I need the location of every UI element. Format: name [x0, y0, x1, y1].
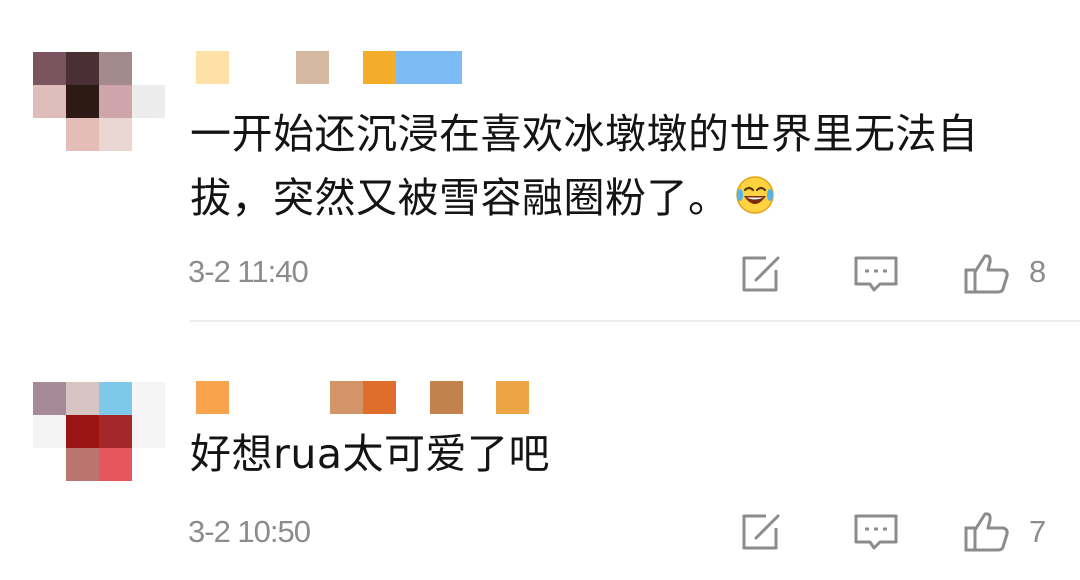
comment-timestamp: 3-2 10:50 [188, 514, 311, 549]
comment-timestamp: 3-2 11:40 [188, 254, 309, 289]
avatar-pixel [99, 52, 132, 85]
avatar-pixel [66, 382, 99, 415]
avatar-pixel [99, 415, 132, 448]
laughing-tears-icon [735, 176, 774, 214]
avatar-pixel [99, 118, 132, 151]
username-block [363, 51, 396, 84]
comment-item: 一开始还沉浸在喜欢冰墩墩的世界里无法自拔，突然又被雪容融圈粉了。 3-2 11:… [0, 0, 1080, 320]
comment-reply-icon [854, 514, 898, 550]
avatar-pixel [132, 85, 165, 118]
like-count: 7 [1029, 514, 1047, 549]
comment-text: 好想rua太可爱了吧 [190, 422, 1050, 486]
avatar-pixel [66, 448, 99, 481]
share-edit-icon [742, 256, 780, 292]
avatar-pixel [132, 118, 165, 151]
comment-item: 好想rua太可爱了吧 3-2 10:50 7 [0, 322, 1080, 580]
comment-text-content: 一开始还沉浸在喜欢冰墩墩的世界里无法自拔，突然又被雪容融圈粉了。 [190, 110, 979, 222]
username-block [496, 381, 529, 414]
share-edit-icon [742, 514, 780, 550]
username-block [430, 381, 463, 414]
avatar-pixel [66, 415, 99, 448]
avatar-pixel [132, 382, 165, 415]
avatar-pixel [132, 415, 165, 448]
share-button[interactable] [738, 250, 786, 298]
username-block [196, 51, 229, 84]
avatar-pixel [33, 415, 66, 448]
thumbs-up-icon [964, 512, 1009, 552]
avatar-pixel [66, 118, 99, 151]
username-block [363, 381, 396, 414]
reply-button[interactable] [852, 250, 900, 298]
username-block [196, 381, 229, 414]
avatar-pixel [99, 85, 132, 118]
avatar-pixel [33, 52, 66, 85]
avatar-pixel [33, 382, 66, 415]
comment-text: 一开始还沉浸在喜欢冰墩墩的世界里无法自拔，突然又被雪容融圈粉了。 [190, 102, 1050, 230]
username-block [330, 381, 363, 414]
username-block [296, 51, 329, 84]
avatar-pixel [33, 118, 66, 151]
avatar-pixel [132, 52, 165, 85]
avatar-pixel [99, 382, 132, 415]
avatar-pixel [66, 85, 99, 118]
comment-text-content: 好想rua太可爱了吧 [190, 430, 550, 478]
avatar-pixel [99, 448, 132, 481]
avatar-pixel [66, 52, 99, 85]
like-count: 8 [1029, 254, 1047, 289]
avatar-pixel [33, 85, 66, 118]
like-button[interactable] [963, 250, 1011, 298]
avatar[interactable] [33, 52, 165, 184]
comment-reply-icon [854, 256, 898, 292]
thumbs-up-icon [964, 254, 1009, 294]
avatar-pixel [132, 448, 165, 481]
reply-button[interactable] [852, 508, 900, 556]
avatar[interactable] [33, 382, 165, 514]
like-button[interactable] [963, 508, 1011, 556]
username-block [396, 51, 462, 84]
share-button[interactable] [738, 508, 786, 556]
avatar-pixel [33, 448, 66, 481]
